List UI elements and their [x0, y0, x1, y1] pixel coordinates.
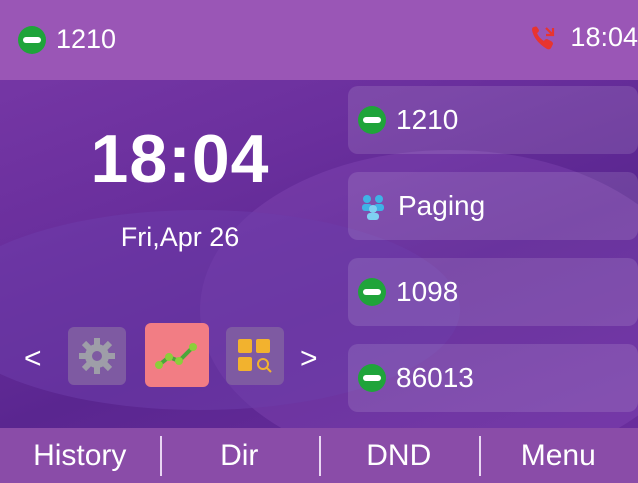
line-phone-icon — [358, 364, 386, 392]
home-date: Fri,Apr 26 — [120, 222, 240, 252]
line-key-4[interactable]: 86013 — [348, 344, 638, 412]
status-right: 18:04 — [528, 22, 638, 53]
line-key-label: 1210 — [396, 104, 459, 135]
status-time: 18:04 — [570, 22, 638, 52]
registered-line-icon — [18, 25, 46, 54]
chart-app-icon[interactable] — [145, 323, 209, 387]
line-phone-icon — [358, 278, 386, 306]
prev-page-button[interactable]: < — [24, 342, 42, 376]
account-label: 1210 — [56, 24, 117, 54]
dnd-softkey[interactable]: DND — [319, 428, 479, 483]
softkey-bar: History Dir DND Menu — [0, 428, 638, 483]
line-key-3[interactable]: 1098 — [348, 258, 638, 326]
account-indicator[interactable]: 1210 — [18, 24, 116, 55]
home-clock: 18:04 — [90, 121, 270, 197]
line-key-2[interactable]: Paging — [348, 172, 638, 240]
phone-screen: 1210 18:04 18:04 Fri,Apr 26 < > 1210 Pag… — [0, 0, 638, 483]
line-phone-icon — [358, 106, 386, 134]
directory-search-icon[interactable] — [226, 327, 284, 385]
line-key-label: 86013 — [396, 362, 474, 393]
status-bar: 1210 18:04 — [0, 0, 638, 80]
missed-call-icon[interactable] — [528, 23, 558, 53]
dir-softkey[interactable]: Dir — [159, 428, 320, 483]
line-key-label: 1098 — [396, 276, 459, 307]
next-page-button[interactable]: > — [300, 342, 318, 376]
menu-softkey[interactable]: Menu — [478, 428, 638, 483]
line-key-1[interactable]: 1210 — [348, 86, 638, 154]
line-key-label: Paging — [398, 190, 486, 221]
paging-icon — [362, 195, 384, 220]
history-softkey[interactable]: History — [0, 428, 160, 483]
settings-icon[interactable] — [68, 327, 126, 385]
